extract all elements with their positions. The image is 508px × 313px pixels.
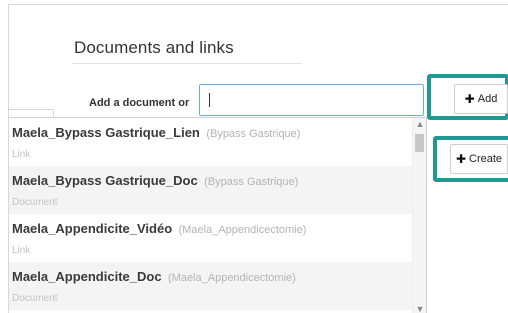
plus-icon: ✚ <box>464 92 475 106</box>
scroll-thumb[interactable] <box>415 134 424 152</box>
list-item[interactable]: Maela_Appendicite_Doc (Maela_Appendicect… <box>9 262 426 310</box>
scroll-down-arrow-icon[interactable]: ▼ <box>413 303 426 313</box>
document-search-input[interactable] <box>199 84 424 116</box>
add-button[interactable]: ✚ Add <box>454 84 508 114</box>
item-type: Link <box>12 245 31 256</box>
text-caret <box>209 93 210 107</box>
document-suggestions-dropdown[interactable]: Maela_Bypass Gastrique_Lien (Bypass Gast… <box>9 117 427 313</box>
list-item[interactable]: Maela_Bypass Gastrique_Doc (Bypass Gastr… <box>9 166 426 214</box>
item-name: Maela_Bypass Gastrique_Doc <box>12 173 198 188</box>
item-context: (Bypass Gastrique) <box>204 176 299 188</box>
list-item[interactable]: Maela_Bypass Gastrique_Lien (Bypass Gast… <box>9 118 426 166</box>
item-context: (Bypass Gastrique) <box>206 128 301 140</box>
scroll-up-arrow-icon[interactable]: ▲ <box>413 118 426 130</box>
title-divider <box>72 63 302 64</box>
item-name: Maela_Appendicite_Vidéo <box>12 221 173 236</box>
item-type: Document <box>12 293 58 304</box>
add-document-label: Add a document or <box>89 97 190 109</box>
item-context: (Maela_Appendicectomie) <box>168 272 296 284</box>
plus-icon: ✚ <box>455 152 467 166</box>
section-title: Documents and links <box>74 38 234 57</box>
item-name: Maela_Bypass Gastrique_Lien <box>12 125 200 140</box>
create-button-label: Create <box>469 153 503 165</box>
item-name: Maela_Appendicite_Doc <box>12 269 162 284</box>
create-button[interactable]: ✚ Create <box>450 144 508 174</box>
item-context: (Maela_Appendicectomie) <box>178 224 307 236</box>
list-item[interactable]: Maela_Appendicite_Vidéo (Maela_Appendice… <box>9 214 426 262</box>
add-button-label: Add <box>477 93 498 105</box>
item-type: Document <box>12 197 58 208</box>
item-type: Link <box>12 149 31 160</box>
dropdown-scrollbar[interactable]: ▲ ▼ <box>412 118 426 313</box>
